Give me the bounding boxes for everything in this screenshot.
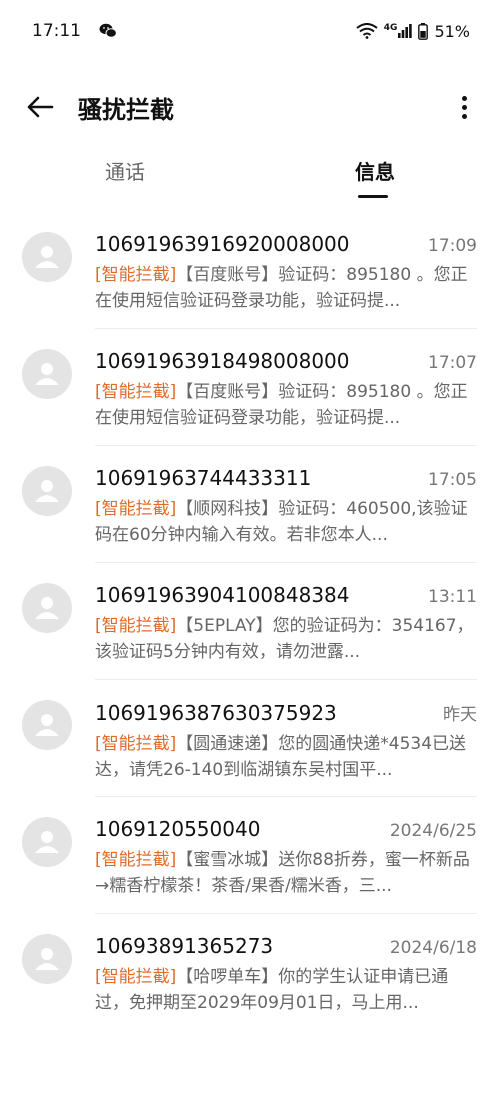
status-time: 17:11 (32, 21, 81, 41)
status-indicators: 4G 51% (356, 22, 470, 41)
person-icon (35, 714, 59, 736)
list-item[interactable]: 1069196387630375923 昨天 [智能拦截]【圆通速递】您的圆通快… (0, 680, 500, 797)
battery-icon (418, 22, 429, 40)
page-title: 骚扰拦截 (78, 95, 174, 124)
message-time: 2024/6/25 (389, 821, 477, 841)
message-preview: [智能拦截]【哈啰单车】你的学生认证申请已通过，免押期至2029年09月01日，… (95, 964, 477, 1016)
message-sender: 10691963744433311 (95, 466, 312, 490)
battery-level: 51% (434, 21, 470, 41)
message-sender: 10691963918498008000 (95, 349, 350, 373)
more-vertical-icon (461, 95, 467, 101)
list-item[interactable]: 10693891365273 2024/6/18 [智能拦截]【哈啰单车】你的学… (0, 914, 500, 1031)
avatar (22, 700, 72, 750)
intercept-tag: [智能拦截] (95, 499, 177, 519)
app-header: 骚扰拦截 (0, 72, 500, 142)
intercept-tag: [智能拦截] (95, 967, 177, 987)
person-icon (35, 246, 59, 268)
intercept-tag: [智能拦截] (95, 265, 177, 285)
message-time: 2024/6/18 (389, 938, 477, 958)
message-time: 17:09 (428, 236, 477, 256)
message-preview: [智能拦截]【5EPLAY】您的验证码为：354167，该验证码5分钟内有效，请… (95, 613, 477, 665)
tab-calls[interactable]: 通话 (0, 146, 250, 200)
back-button[interactable] (24, 91, 56, 123)
network-type: 4G (383, 23, 398, 33)
message-time: 17:07 (428, 353, 477, 373)
list-item[interactable]: 10691963918498008000 17:07 [智能拦截]【百度账号】验… (0, 329, 500, 446)
more-options-button[interactable] (452, 91, 476, 123)
avatar (22, 349, 72, 399)
intercept-tag: [智能拦截] (95, 616, 177, 636)
message-list: 10691963916920008000 17:09 [智能拦截]【百度账号】验… (0, 212, 500, 1031)
message-preview: [智能拦截]【圆通速递】您的圆通快递*4534已送达，请凭26-140到临湖镇东… (95, 731, 477, 783)
person-icon (35, 480, 59, 502)
avatar (22, 817, 72, 867)
person-icon (35, 597, 59, 619)
tab-messages[interactable]: 信息 (250, 146, 500, 200)
intercept-tag: [智能拦截] (95, 850, 177, 870)
status-bar: 17:11 4G 51% (0, 0, 500, 62)
avatar (22, 232, 72, 282)
wechat-icon (99, 23, 117, 39)
message-sender: 10691963904100848384 (95, 583, 350, 607)
signal-icon: 4G (384, 24, 413, 38)
person-icon (35, 948, 59, 970)
message-sender: 10693891365273 (95, 934, 274, 958)
tab-bar: 通话 信息 (0, 146, 500, 200)
intercept-tag: [智能拦截] (95, 382, 177, 402)
arrow-left-icon (27, 96, 54, 118)
message-sender: 10691963916920008000 (95, 232, 350, 256)
list-item[interactable]: 10691963744433311 17:05 [智能拦截]【顺网科技】验证码：… (0, 446, 500, 563)
list-item[interactable]: 10691963916920008000 17:09 [智能拦截]【百度账号】验… (0, 212, 500, 329)
person-icon (35, 363, 59, 385)
message-preview: [智能拦截]【蜜雪冰城】送你88折券，蜜一杯新品→糯香柠檬茶！茶香/果香/糯米香… (95, 847, 477, 899)
intercept-tag: [智能拦截] (95, 734, 177, 754)
avatar (22, 466, 72, 516)
message-preview: [智能拦截]【百度账号】验证码：895180 。您正在使用短信验证码登录功能，验… (95, 262, 477, 314)
message-preview: [智能拦截]【顺网科技】验证码：460500,该验证码在60分钟内输入有效。若非… (95, 496, 477, 548)
message-sender: 1069120550040 (95, 817, 261, 841)
message-time: 昨天 (443, 705, 477, 725)
person-icon (35, 831, 59, 853)
message-time: 17:05 (428, 470, 477, 490)
wifi-icon (356, 23, 378, 39)
avatar (22, 583, 72, 633)
list-item[interactable]: 10691963904100848384 13:11 [智能拦截]【5EPLAY… (0, 563, 500, 680)
avatar (22, 934, 72, 984)
message-time: 13:11 (428, 587, 477, 607)
message-preview: [智能拦截]【百度账号】验证码：895180 。您正在使用短信验证码登录功能，验… (95, 379, 477, 431)
message-sender: 1069196387630375923 (95, 701, 337, 725)
list-item[interactable]: 1069120550040 2024/6/25 [智能拦截]【蜜雪冰城】送你88… (0, 797, 500, 914)
